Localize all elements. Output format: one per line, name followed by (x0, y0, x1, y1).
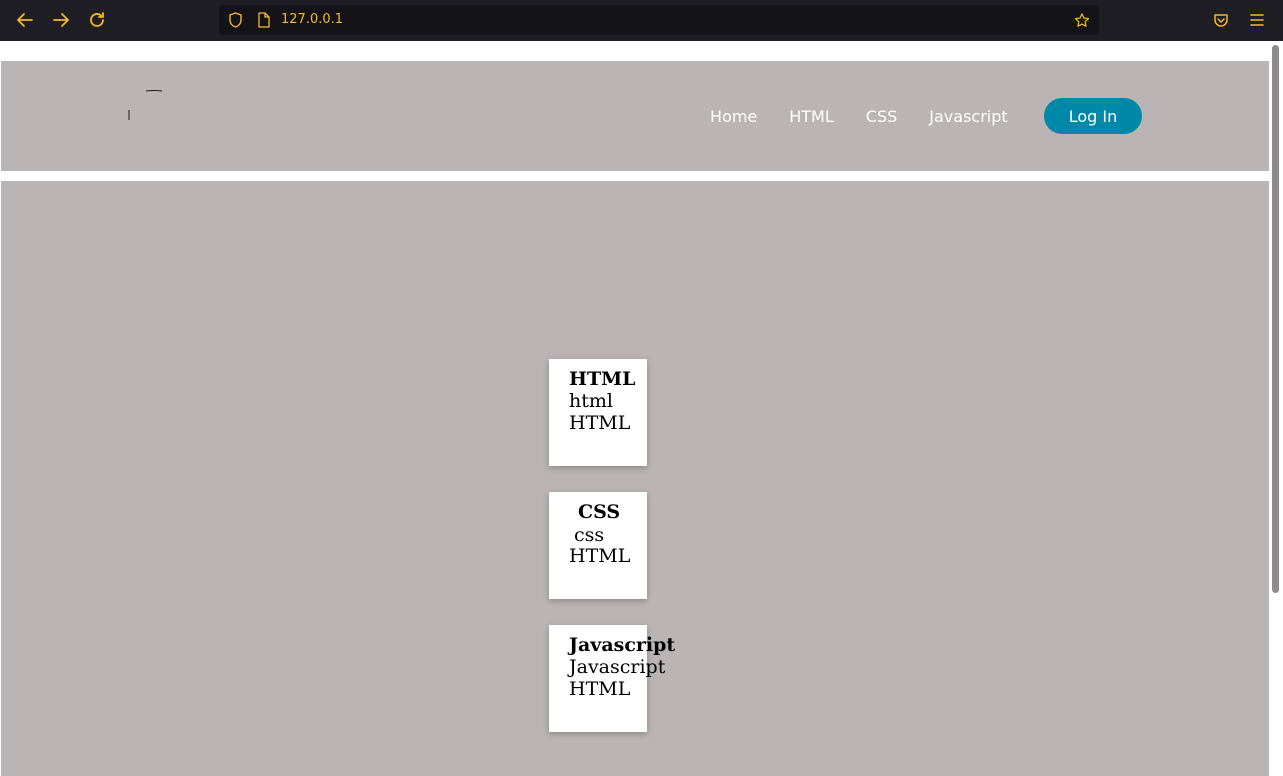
card-css[interactable]: CSS css HTML (549, 492, 647, 599)
shield-icon[interactable] (227, 12, 243, 28)
page-viewport: Home HTML CSS Javascript Log In HTML htm… (0, 41, 1269, 776)
card-title: CSS (578, 501, 621, 523)
hamburger-menu-icon[interactable] (1245, 8, 1269, 32)
nav-javascript[interactable]: Javascript (929, 107, 1007, 126)
star-icon[interactable] (1074, 12, 1090, 28)
forward-arrow-icon[interactable] (49, 8, 73, 32)
nav-html[interactable]: HTML (789, 107, 834, 126)
url-bar[interactable]: 127.0.0.1 (219, 5, 1099, 35)
login-button[interactable]: Log In (1044, 98, 1142, 134)
scrollbar-thumb[interactable] (1272, 45, 1279, 593)
card-text: HTML (569, 412, 631, 434)
main-nav: Home HTML CSS Javascript (710, 107, 1040, 126)
card-javascript[interactable]: Javascript Javascript HTML (549, 625, 675, 732)
card-text: HTML (569, 545, 631, 567)
card-title: Javascript (569, 634, 676, 656)
browser-toolbar: 127.0.0.1 (0, 0, 1283, 41)
reload-icon[interactable] (85, 8, 109, 32)
nav-css[interactable]: CSS (866, 107, 897, 126)
card-title: HTML (569, 368, 636, 390)
card-subtitle: css (574, 524, 605, 546)
url-text[interactable]: 127.0.0.1 (281, 12, 343, 27)
site-header: Home HTML CSS Javascript Log In (1, 61, 1269, 171)
card-subtitle: html (569, 390, 613, 412)
card-html[interactable]: HTML html HTML (549, 359, 647, 466)
logo[interactable] (128, 90, 180, 142)
main-content: HTML html HTML CSS css HTML Javascript J… (1, 181, 1269, 776)
card-subtitle: Javascript (569, 656, 666, 678)
card-text: HTML (569, 678, 631, 700)
pocket-icon[interactable] (1209, 8, 1233, 32)
back-arrow-icon[interactable] (13, 8, 37, 32)
nav-home[interactable]: Home (710, 107, 757, 126)
page-icon (255, 12, 271, 28)
